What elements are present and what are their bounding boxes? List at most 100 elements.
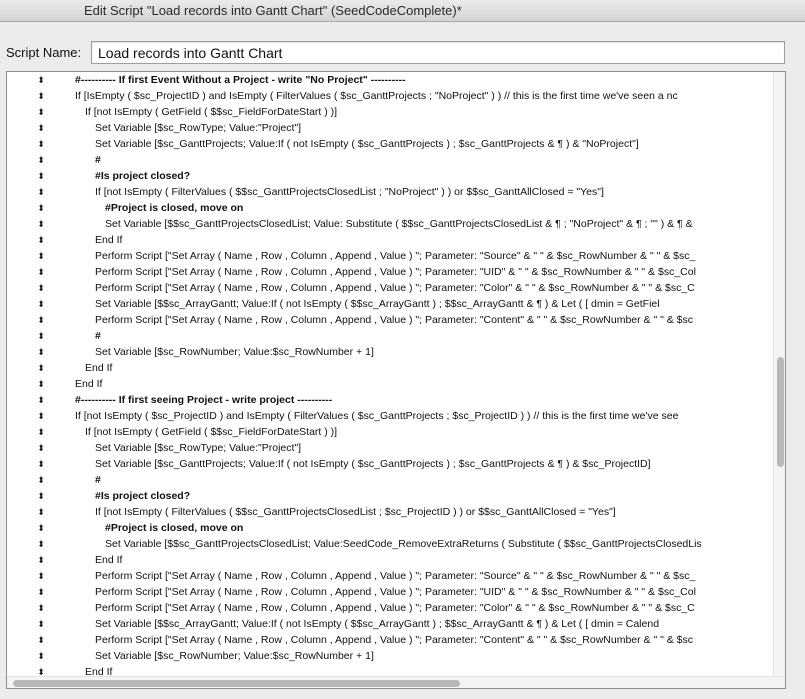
drag-handle-icon[interactable]: ⬍	[36, 168, 46, 184]
drag-handle-icon[interactable]: ⬍	[36, 632, 46, 648]
drag-handle-icon[interactable]: ⬍	[36, 584, 46, 600]
horizontal-scrollbar[interactable]	[7, 676, 785, 688]
script-step-row[interactable]: ⬍ Perform Script ["Set Array ( Name , Row…	[7, 312, 772, 328]
drag-handle-icon[interactable]: ⬍	[36, 136, 46, 152]
script-step-row[interactable]: ⬍ #	[7, 328, 772, 344]
script-step-row[interactable]: ⬍ #Is project closed?	[7, 168, 772, 184]
drag-handle-icon[interactable]: ⬍	[36, 520, 46, 536]
script-step-row[interactable]: ⬍ If [not IsEmpty ( FilterValues ( $$sc_G…	[7, 184, 772, 200]
script-step-text: End If	[95, 234, 123, 246]
script-step-text: If [IsEmpty ( $sc_ProjectID ) and IsEmpt…	[75, 90, 678, 102]
drag-handle-icon[interactable]: ⬍	[36, 312, 46, 328]
script-step-text: Perform Script ["Set Array ( Name , Row …	[95, 586, 696, 598]
window-titlebar[interactable]: Edit Script "Load records into Gantt Cha…	[0, 0, 805, 22]
script-step-row[interactable]: ⬍ Set Variable [$$sc_GanttProjectsClosedL…	[7, 216, 772, 232]
script-step-row[interactable]: ⬍ #	[7, 472, 772, 488]
script-step-row[interactable]: ⬍ Perform Script ["Set Array ( Name , Row…	[7, 584, 772, 600]
script-step-row[interactable]: ⬍ If [not IsEmpty ( GetField ( $$sc_Field…	[7, 424, 772, 440]
script-step-row[interactable]: ⬍ #Project is closed, move on	[7, 520, 772, 536]
script-step-text: If [not IsEmpty ( GetField ( $$sc_FieldF…	[85, 426, 338, 438]
drag-handle-icon[interactable]: ⬍	[36, 360, 46, 376]
script-step-row[interactable]: ⬍ End If	[7, 360, 772, 376]
script-step-row[interactable]: ⬍ Set Variable [$sc_GanttProjects; Value:…	[7, 456, 772, 472]
script-step-row[interactable]: ⬍ Set Variable [$$sc_GanttProjectsClosedL…	[7, 536, 772, 552]
drag-handle-icon[interactable]: ⬍	[36, 536, 46, 552]
script-step-row[interactable]: ⬍ #---------- If first seeing Project - w…	[7, 392, 772, 408]
script-step-text: Set Variable [$sc_RowType; Value:"Projec…	[95, 442, 302, 454]
drag-handle-icon[interactable]: ⬍	[36, 232, 46, 248]
script-step-text: Set Variable [$$sc_GanttProjectsClosedLi…	[105, 218, 693, 230]
drag-handle-icon[interactable]: ⬍	[36, 296, 46, 312]
script-step-row[interactable]: ⬍ Set Variable [$sc_RowType; Value:"Proje…	[7, 120, 772, 136]
drag-handle-icon[interactable]: ⬍	[36, 216, 46, 232]
script-step-row[interactable]: ⬍ Perform Script ["Set Array ( Name , Row…	[7, 280, 772, 296]
drag-handle-icon[interactable]: ⬍	[36, 488, 46, 504]
script-step-row[interactable]: ⬍ If [IsEmpty ( $sc_ProjectID ) and IsEmp…	[7, 88, 772, 104]
drag-handle-icon[interactable]: ⬍	[36, 376, 46, 392]
drag-handle-icon[interactable]: ⬍	[36, 72, 46, 88]
drag-handle-icon[interactable]: ⬍	[36, 184, 46, 200]
script-step-row[interactable]: ⬍ Perform Script ["Set Array ( Name , Row…	[7, 264, 772, 280]
drag-handle-icon[interactable]: ⬍	[36, 568, 46, 584]
script-step-text: Perform Script ["Set Array ( Name , Row …	[95, 314, 694, 326]
vertical-scrollbar[interactable]	[773, 72, 785, 676]
drag-handle-icon[interactable]: ⬍	[36, 280, 46, 296]
script-step-row[interactable]: ⬍ Set Variable [$sc_RowNumber; Value:$sc_…	[7, 648, 772, 664]
drag-handle-icon[interactable]: ⬍	[36, 456, 46, 472]
script-step-row[interactable]: ⬍ End If	[7, 232, 772, 248]
script-step-row[interactable]: ⬍ Set Variable [$$sc_ArrayGantt; Value:If…	[7, 616, 772, 632]
drag-handle-icon[interactable]: ⬍	[36, 472, 46, 488]
drag-handle-icon[interactable]: ⬍	[36, 248, 46, 264]
script-step-text: Set Variable [$$sc_GanttProjectsClosedLi…	[105, 538, 702, 550]
script-step-row[interactable]: ⬍ #Project is closed, move on	[7, 200, 772, 216]
drag-handle-icon[interactable]: ⬍	[36, 440, 46, 456]
script-step-row[interactable]: ⬍ #Is project closed?	[7, 488, 772, 504]
drag-handle-icon[interactable]: ⬍	[36, 264, 46, 280]
vertical-scroll-thumb[interactable]	[777, 357, 784, 467]
drag-handle-icon[interactable]: ⬍	[36, 152, 46, 168]
script-step-row[interactable]: ⬍ Set Variable [$sc_RowNumber; Value:$sc_…	[7, 344, 772, 360]
script-comment-text: #Is project closed?	[95, 490, 191, 502]
drag-handle-icon[interactable]: ⬍	[36, 344, 46, 360]
script-step-text: Perform Script ["Set Array ( Name , Row …	[95, 634, 694, 646]
script-step-text: Set Variable [$sc_RowNumber; Value:$sc_R…	[95, 346, 374, 358]
drag-handle-icon[interactable]: ⬍	[36, 408, 46, 424]
script-name-input[interactable]	[91, 41, 785, 64]
script-step-row[interactable]: ⬍ Perform Script ["Set Array ( Name , Row…	[7, 248, 772, 264]
horizontal-scroll-thumb[interactable]	[13, 680, 460, 687]
drag-handle-icon[interactable]: ⬍	[36, 424, 46, 440]
drag-handle-icon[interactable]: ⬍	[36, 504, 46, 520]
script-step-row[interactable]: ⬍ #	[7, 152, 772, 168]
script-step-row[interactable]: ⬍ Perform Script ["Set Array ( Name , Row…	[7, 600, 772, 616]
script-step-row[interactable]: ⬍ If [not IsEmpty ( $sc_ProjectID ) and I…	[7, 408, 772, 424]
script-step-text: End If	[75, 378, 103, 390]
script-step-text: Perform Script ["Set Array ( Name , Row …	[95, 602, 695, 614]
script-step-row[interactable]: ⬍ Set Variable [$sc_GanttProjects; Value:…	[7, 136, 772, 152]
drag-handle-icon[interactable]: ⬍	[36, 120, 46, 136]
script-step-row[interactable]: ⬍ Perform Script ["Set Array ( Name , Row…	[7, 568, 772, 584]
drag-handle-icon[interactable]: ⬍	[36, 552, 46, 568]
script-step-row[interactable]: ⬍ #---------- If first Event Without a Pr…	[7, 72, 772, 88]
drag-handle-icon[interactable]: ⬍	[36, 616, 46, 632]
script-step-text: Perform Script ["Set Array ( Name , Row …	[95, 266, 696, 278]
script-steps-list: ⬍ #---------- If first Event Without a Pr…	[7, 72, 772, 680]
script-editor[interactable]: ⬍ #---------- If first Event Without a Pr…	[6, 71, 786, 689]
script-step-row[interactable]: ⬍ Set Variable [$$sc_ArrayGantt; Value:If…	[7, 296, 772, 312]
script-comment-text: #Is project closed?	[95, 170, 191, 182]
drag-handle-icon[interactable]: ⬍	[36, 328, 46, 344]
script-step-row[interactable]: ⬍ End If	[7, 376, 772, 392]
script-step-text: Set Variable [$$sc_ArrayGantt; Value:If …	[95, 298, 660, 310]
drag-handle-icon[interactable]: ⬍	[36, 88, 46, 104]
drag-handle-icon[interactable]: ⬍	[36, 600, 46, 616]
drag-handle-icon[interactable]: ⬍	[36, 648, 46, 664]
drag-handle-icon[interactable]: ⬍	[36, 392, 46, 408]
window-title: Edit Script "Load records into Gantt Cha…	[84, 3, 462, 18]
drag-handle-icon[interactable]: ⬍	[36, 200, 46, 216]
drag-handle-icon[interactable]: ⬍	[36, 104, 46, 120]
script-step-row[interactable]: ⬍ End If	[7, 552, 772, 568]
script-step-row[interactable]: ⬍ Perform Script ["Set Array ( Name , Row…	[7, 632, 772, 648]
script-step-row[interactable]: ⬍ Set Variable [$sc_RowType; Value:"Proje…	[7, 440, 772, 456]
script-step-row[interactable]: ⬍ If [not IsEmpty ( FilterValues ( $$sc_G…	[7, 504, 772, 520]
script-step-row[interactable]: ⬍ If [not IsEmpty ( GetField ( $$sc_Field…	[7, 104, 772, 120]
script-step-text: Perform Script ["Set Array ( Name , Row …	[95, 250, 696, 262]
